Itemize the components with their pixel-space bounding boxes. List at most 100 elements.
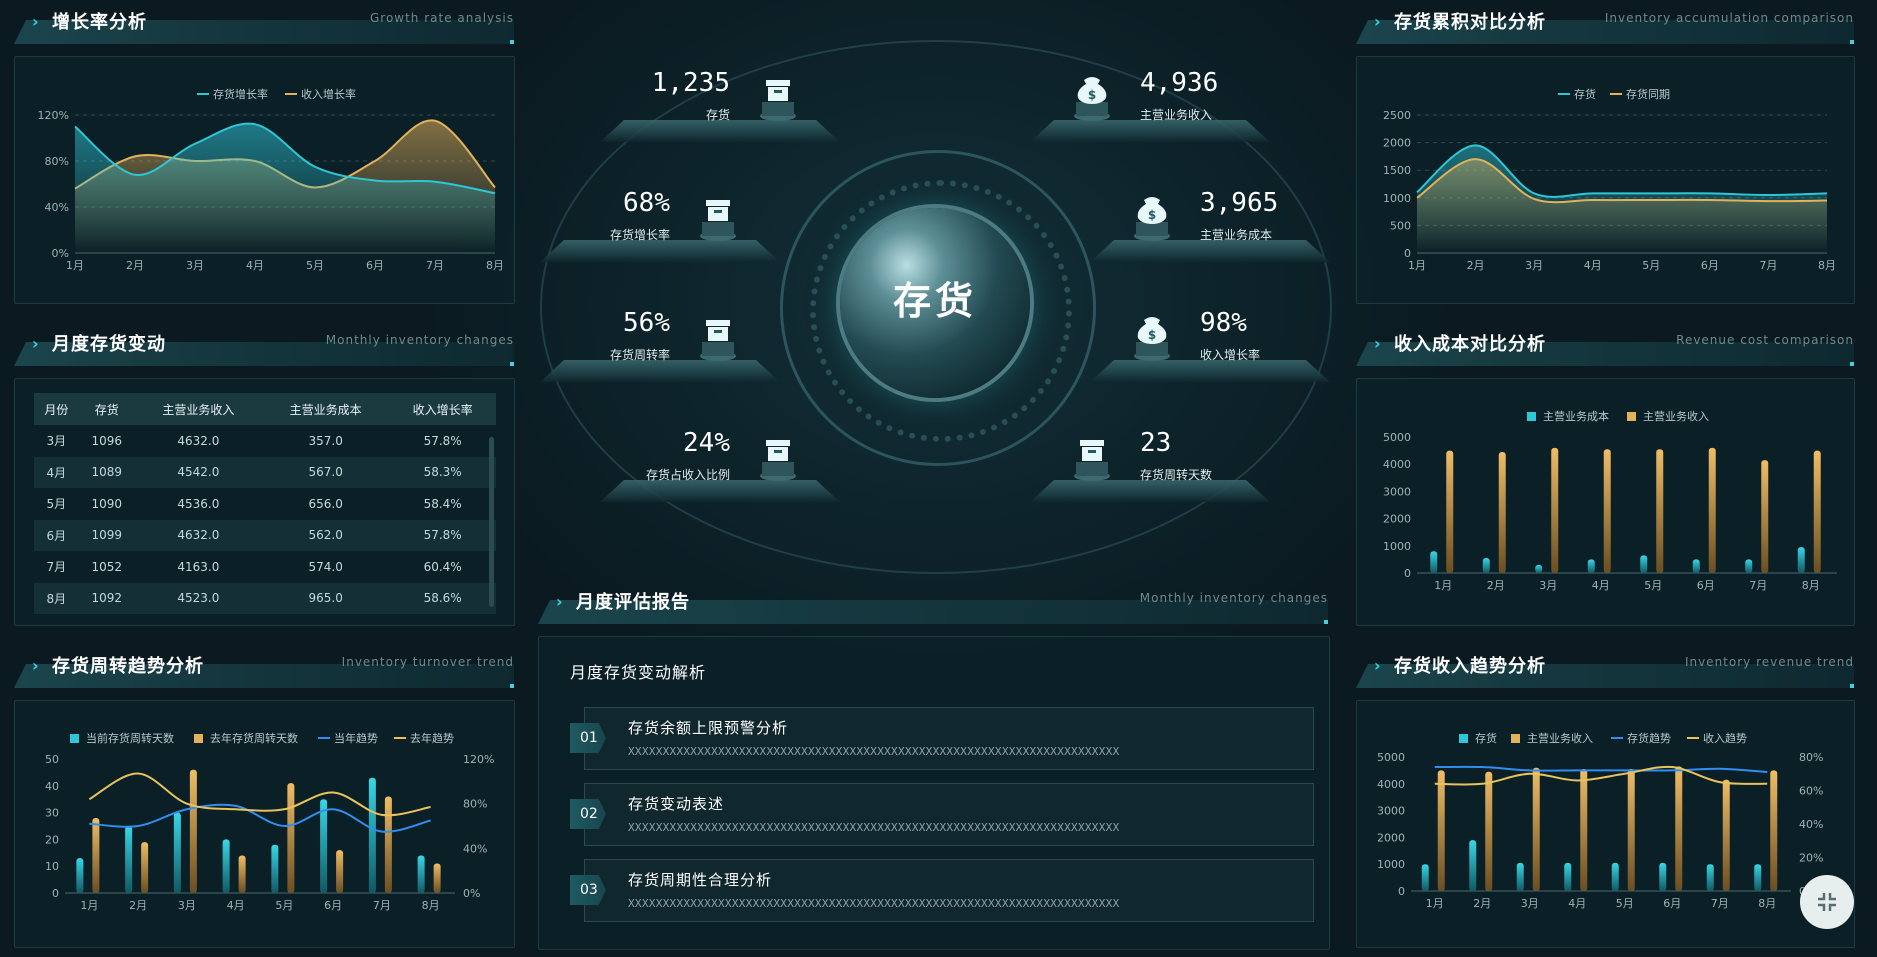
money-bag-icon: $ [1132, 192, 1172, 242]
y-tick-label: 2000 [1383, 513, 1411, 526]
legend-swatch [1627, 412, 1636, 421]
table-cell: 656.0 [308, 496, 343, 511]
report-item-desc: XXXXXXXXXXXXXXXXXXXXXXXXXXXXXXXXXXXXXXXX… [628, 821, 1120, 834]
bar [1722, 779, 1730, 891]
table-cell: 8月 [34, 582, 79, 614]
accum-chart-box: 存货 存货同期 0 500 1000 1500 2000 2500 1月 2月 3月 4月 5月 6月 7月… [1356, 56, 1855, 304]
report-item[interactable]: 02 存货变动表述 XXXXXXXXXXXXXXXXXXXXXXXXXXXXXX… [570, 783, 1314, 846]
x-tick-label: 7月 [1711, 897, 1729, 910]
report-item-number: 03 [570, 875, 606, 905]
kpi-plate [600, 120, 840, 142]
table-cell: 57.8% [423, 433, 462, 448]
y-tick-label: 40% [45, 201, 69, 214]
table-cell: 57.8% [389, 519, 496, 551]
x-tick-label: 4月 [1568, 897, 1586, 910]
revcost-chart-box: 主营业务成本 主营业务收入 0 1000 2000 3000 4000 5000 1月 2月 3月 4… [1356, 378, 1855, 626]
inventory-revenue-chart: 存货主营业务收入存货趋势收入趋势0100020003000400050000%2… [1377, 731, 1823, 910]
legend-label: 当年趋势 [334, 731, 378, 745]
table-cell: 1052 [91, 559, 122, 574]
table-scrollbar[interactable] [489, 437, 494, 607]
table-row: 6月 1099 4632.0 562.0 57.8% [34, 519, 496, 551]
legend-label: 存货同期 [1626, 87, 1670, 101]
table-cell: 567.0 [262, 456, 390, 488]
series-area [1417, 159, 1827, 253]
kpi-value: 3,965 [1200, 188, 1279, 218]
table-header: 存货 [78, 393, 135, 425]
report-heading: 月度存货变动解析 [570, 663, 707, 682]
report-item[interactable]: 01 存货余额上限预警分析 XXXXXXXXXXXXXXXXXXXXXXXXXX… [570, 707, 1314, 770]
chevron-right-icon: › [1374, 12, 1381, 31]
table-row: 3月 1096 4632.0 357.0 57.8% [34, 425, 496, 457]
kpi-label: 主营业务成本 [1200, 228, 1273, 242]
report-item-title: 存货周期性合理分析 [628, 871, 773, 889]
y2-tick-label: 0% [463, 887, 480, 900]
bar [417, 855, 425, 893]
table-cell: 4523.0 [134, 582, 262, 614]
table-cell: 4163.0 [177, 559, 220, 574]
table-cell: 1099 [78, 519, 135, 551]
kpi-card: $98% 收入增长率 [1090, 302, 1330, 382]
bar [1692, 559, 1700, 573]
invrev-chart-box: 存货主营业务收入存货趋势收入趋势0100020003000400050000%2… [1356, 700, 1855, 948]
bar [238, 855, 246, 893]
panel-subtitle: Monthly inventory changes [1139, 591, 1328, 605]
bar [320, 799, 328, 893]
x-tick-label: 2月 [129, 899, 147, 912]
x-tick-label: 8月 [486, 259, 504, 272]
bar [368, 777, 376, 893]
turnover-chart-box: 当前存货周转天数 去年存货周转天数 当年趋势 去年趋势 0 10 20 30 40 50 0% 40%… [14, 700, 515, 948]
kpi-plate [540, 240, 780, 262]
bar [1498, 451, 1506, 573]
panel-title: 存货周转趋势分析 [52, 656, 204, 677]
y-tick-label: 4000 [1377, 778, 1405, 791]
kpi-value: 24% [683, 428, 730, 458]
chevron-right-icon: › [32, 334, 39, 353]
x-tick-label: 8月 [1818, 259, 1836, 272]
bar [1446, 450, 1454, 573]
kpi-plate [1030, 120, 1270, 142]
bar [173, 812, 181, 893]
x-tick-label: 3月 [1539, 579, 1557, 592]
report-item[interactable]: 03 存货周期性合理分析 XXXXXXXXXXXXXXXXXXXXXXXXXXX… [570, 859, 1314, 922]
x-tick-label: 3月 [1521, 897, 1539, 910]
x-tick-label: 8月 [1802, 579, 1820, 592]
money-bag-icon: $ [1132, 312, 1172, 362]
bar [1551, 447, 1559, 573]
legend-label: 去年趋势 [410, 731, 454, 745]
table-cell: 357.0 [308, 433, 343, 448]
table-cell: 4632.0 [134, 519, 262, 551]
panel-title: 月度存货变动 [52, 334, 166, 355]
x-tick-label: 5月 [275, 899, 293, 912]
chevron-right-icon: › [32, 12, 39, 31]
y-tick-label: 5000 [1377, 751, 1405, 764]
table-row: 4月 1089 4542.0 567.0 58.3% [34, 456, 496, 488]
legend-swatch [1511, 734, 1520, 743]
legend-swatch [1459, 734, 1468, 743]
x-tick-label: 2月 [1467, 259, 1485, 272]
kpi-plate [1090, 240, 1330, 262]
center-label: 存货 [892, 279, 977, 323]
y2-tick-label: 80% [1799, 751, 1823, 764]
kpi-plate [600, 480, 840, 502]
legend-label: 当前存货周转天数 [86, 731, 174, 745]
kpi-label: 存货周转率 [609, 348, 670, 362]
chevron-right-icon: › [1374, 334, 1381, 353]
svg-text:$: $ [1088, 88, 1096, 102]
kpi-label: 主营业务收入 [1140, 108, 1213, 122]
y-tick-label: 5000 [1383, 431, 1411, 444]
fullscreen-button[interactable] [1800, 875, 1854, 929]
bar [1580, 769, 1588, 891]
bar [141, 842, 149, 893]
y-tick-label: 0 [1398, 885, 1405, 898]
bar [1587, 559, 1595, 573]
legend-label: 去年存货周转天数 [210, 731, 298, 745]
kpi-card: $4,936 主营业务收入 [1030, 62, 1270, 142]
x-tick-label: 4月 [1592, 579, 1610, 592]
kpi-card: $3,965 主营业务成本 [1090, 182, 1330, 262]
y-tick-label: 2500 [1383, 109, 1411, 122]
panel-subtitle: Inventory revenue trend [1684, 655, 1854, 669]
table-cell: 562.0 [262, 519, 390, 551]
bar [1485, 771, 1493, 891]
money-bag-icon: $ [1072, 72, 1112, 122]
growth-chart-box: 存货增长率 收入增长率 0% 40% 80% 120% 1月 2月 3月 4月 5月 6月 7月 8月 [14, 56, 515, 304]
